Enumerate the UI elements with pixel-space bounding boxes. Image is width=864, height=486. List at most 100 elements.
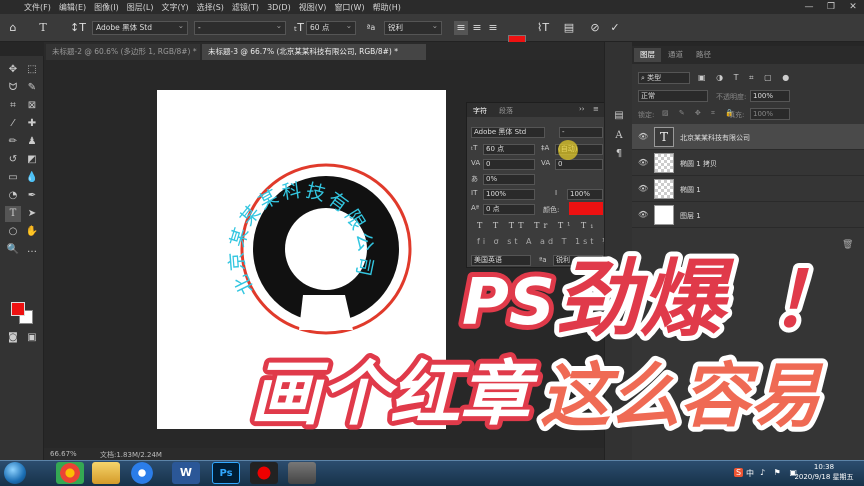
word-icon[interactable]: W [172, 462, 200, 484]
layer-row-text[interactable]: 👁 T 北京某某科技有限公司 [632, 124, 864, 150]
layer-filter-icons[interactable]: ▣ ◑ T ⌗ ▢ ● [698, 73, 793, 83]
layer-row-pixel[interactable]: 👁 图层 1 [632, 202, 864, 228]
align-right-icon[interactable]: ≡ [486, 21, 500, 35]
history-brush-icon[interactable]: ↺ [5, 152, 21, 168]
system-clock[interactable]: 10:38 2020/9/18 星期五 [788, 462, 860, 484]
opacity-field[interactable]: 100% [750, 90, 790, 102]
foreground-color-swatch[interactable] [11, 302, 25, 316]
language-select[interactable]: 美国英语 [471, 255, 531, 266]
menu-item-layer[interactable]: 图层(L) [127, 2, 154, 13]
menu-item-window[interactable]: 窗口(W) [334, 2, 364, 13]
start-button[interactable] [4, 462, 26, 484]
minimize-icon[interactable]: — [798, 0, 820, 14]
char-vscale-field[interactable]: 100% [483, 189, 535, 200]
crop-tool-icon[interactable]: ⌗ [5, 98, 21, 114]
char-antialias-select[interactable]: 锐利 [553, 255, 603, 266]
visibility-eye-icon[interactable]: 👁 [638, 184, 648, 193]
layer-filter-select[interactable]: ⌕ 类型 [638, 72, 690, 84]
visibility-eye-icon[interactable]: 👁 [638, 132, 648, 141]
brush-tool-icon[interactable]: ✏ [5, 134, 21, 150]
eyedropper-tool-icon[interactable]: ⁄ [5, 116, 21, 132]
antialias-select[interactable]: 锐利 [384, 21, 442, 35]
menu-item-image[interactable]: 图像(I) [94, 2, 119, 13]
menu-item-file[interactable]: 文件(F) [24, 2, 51, 13]
quick-select-tool-icon[interactable]: ✎ [24, 80, 40, 96]
cancel-icon[interactable]: ⊘ [588, 21, 602, 35]
sogou-ime-icon[interactable]: S [734, 468, 744, 477]
char-baseline-field[interactable]: 0 点 [483, 204, 535, 215]
character-panel-icon[interactable]: A [611, 128, 627, 144]
pen-tool-icon[interactable]: ✒ [24, 188, 40, 204]
menu-item-type[interactable]: 文字(Y) [161, 2, 188, 13]
menu-item-help[interactable]: 帮助(H) [373, 2, 401, 13]
photoshop-taskbar-icon[interactable]: Ps [212, 462, 240, 484]
menu-item-edit[interactable]: 编辑(E) [59, 2, 86, 13]
char-size-field[interactable]: 60 点 [483, 144, 535, 155]
maximize-icon[interactable]: ❐ [820, 0, 842, 14]
close-icon[interactable]: ✕ [842, 0, 864, 14]
screen-recorder-icon[interactable] [250, 462, 278, 484]
chrome-icon[interactable] [56, 462, 84, 484]
gradient-tool-icon[interactable]: ▭ [5, 170, 21, 186]
type-tool-icon[interactable]: T [36, 21, 50, 35]
home-icon[interactable]: ⌂ [6, 21, 20, 35]
tab-layers[interactable]: 图层 [634, 48, 661, 62]
visibility-eye-icon[interactable]: 👁 [638, 210, 648, 219]
baidu-netdisk-icon[interactable] [128, 462, 156, 484]
lock-icons[interactable]: ▨ ✎ ✥ ⌗ 🔒 [662, 109, 738, 118]
font-size-select[interactable]: 60 点 [306, 21, 356, 35]
align-left-icon[interactable]: ≡ [454, 21, 468, 35]
orientation-toggle-icon[interactable]: ↕T [70, 21, 86, 35]
font-family-select[interactable]: Adobe 黑体 Std [92, 21, 188, 35]
tab-document-3[interactable]: 未标题-3 @ 66.7% (北京某某科技有限公司, RGB/8#) * [202, 44, 426, 60]
marquee-tool-icon[interactable]: ⬚ [24, 62, 40, 78]
char-font-style-select[interactable]: - [559, 127, 603, 138]
font-style-select[interactable]: - [194, 21, 286, 35]
char-font-family-select[interactable]: Adobe 黑体 Std [471, 127, 545, 138]
more-tools-icon[interactable]: … [24, 242, 40, 258]
opentype-buttons[interactable]: fi σ st A ad T 1st ½ [477, 237, 613, 246]
quick-mask-icon[interactable]: ◙ [5, 330, 21, 346]
ellipse-tool-icon[interactable]: ○ [5, 224, 21, 240]
frame-tool-icon[interactable]: ⊠ [24, 98, 40, 114]
char-kerning-field[interactable]: 0 [483, 159, 535, 170]
layer-row-ellipse[interactable]: 👁 椭圆 1 [632, 176, 864, 202]
type-tool-icon[interactable]: T [5, 206, 21, 222]
lasso-tool-icon[interactable]: ᗢ [5, 80, 21, 96]
file-explorer-icon[interactable] [92, 462, 120, 484]
visibility-eye-icon[interactable]: 👁 [638, 158, 648, 167]
align-center-icon[interactable]: ≡ [470, 21, 484, 35]
menu-item-filter[interactable]: 滤镜(T) [232, 2, 259, 13]
stamp-tool-icon[interactable]: ♟ [24, 134, 40, 150]
zoom-tool-icon[interactable]: 🔍 [5, 242, 21, 258]
history-panel-icon[interactable]: ▤ [611, 108, 627, 124]
blur-tool-icon[interactable]: 💧 [24, 170, 40, 186]
blend-mode-select[interactable]: 正常 [638, 90, 708, 102]
char-tracking-field[interactable]: 0 [555, 159, 603, 170]
tab-channels[interactable]: 通道 [662, 48, 689, 62]
panels-toggle-icon[interactable]: ▤ [562, 21, 576, 35]
document-canvas[interactable]: 北京某某某科技有限公司 [157, 90, 446, 429]
char-color-swatch[interactable] [569, 202, 603, 215]
zoom-level[interactable]: 66.67% [50, 450, 77, 458]
char-tsume-field[interactable]: 0% [483, 174, 535, 185]
panel-collapse-icon[interactable]: ›› [579, 105, 585, 113]
menu-item-select[interactable]: 选择(S) [197, 2, 224, 13]
move-tool-icon[interactable]: ✥ [5, 62, 21, 78]
hand-tool-icon[interactable]: ✋ [24, 224, 40, 240]
tab-document-2[interactable]: 未标题-2 @ 60.6% (多边形 1, RGB/8#) * [46, 44, 200, 60]
tab-paragraph[interactable]: 段落 [499, 106, 513, 116]
char-hscale-field[interactable]: 100% [567, 189, 603, 200]
ime-mode[interactable]: 中 [746, 468, 754, 479]
panel-menu-icon[interactable]: ≡ [593, 105, 599, 113]
dodge-tool-icon[interactable]: ◔ [5, 188, 21, 204]
path-select-tool-icon[interactable]: ➤ [24, 206, 40, 222]
tab-character[interactable]: 字符 [473, 106, 487, 116]
warp-text-icon[interactable]: ⌇T [536, 21, 550, 35]
fill-field[interactable]: 100% [750, 108, 790, 120]
eraser-tool-icon[interactable]: ◩ [24, 152, 40, 168]
tab-paths[interactable]: 路径 [690, 48, 717, 62]
commit-icon[interactable]: ✓ [608, 21, 622, 35]
app-taskbar-icon[interactable] [288, 462, 316, 484]
screen-mode-icon[interactable]: ▣ [24, 330, 40, 346]
